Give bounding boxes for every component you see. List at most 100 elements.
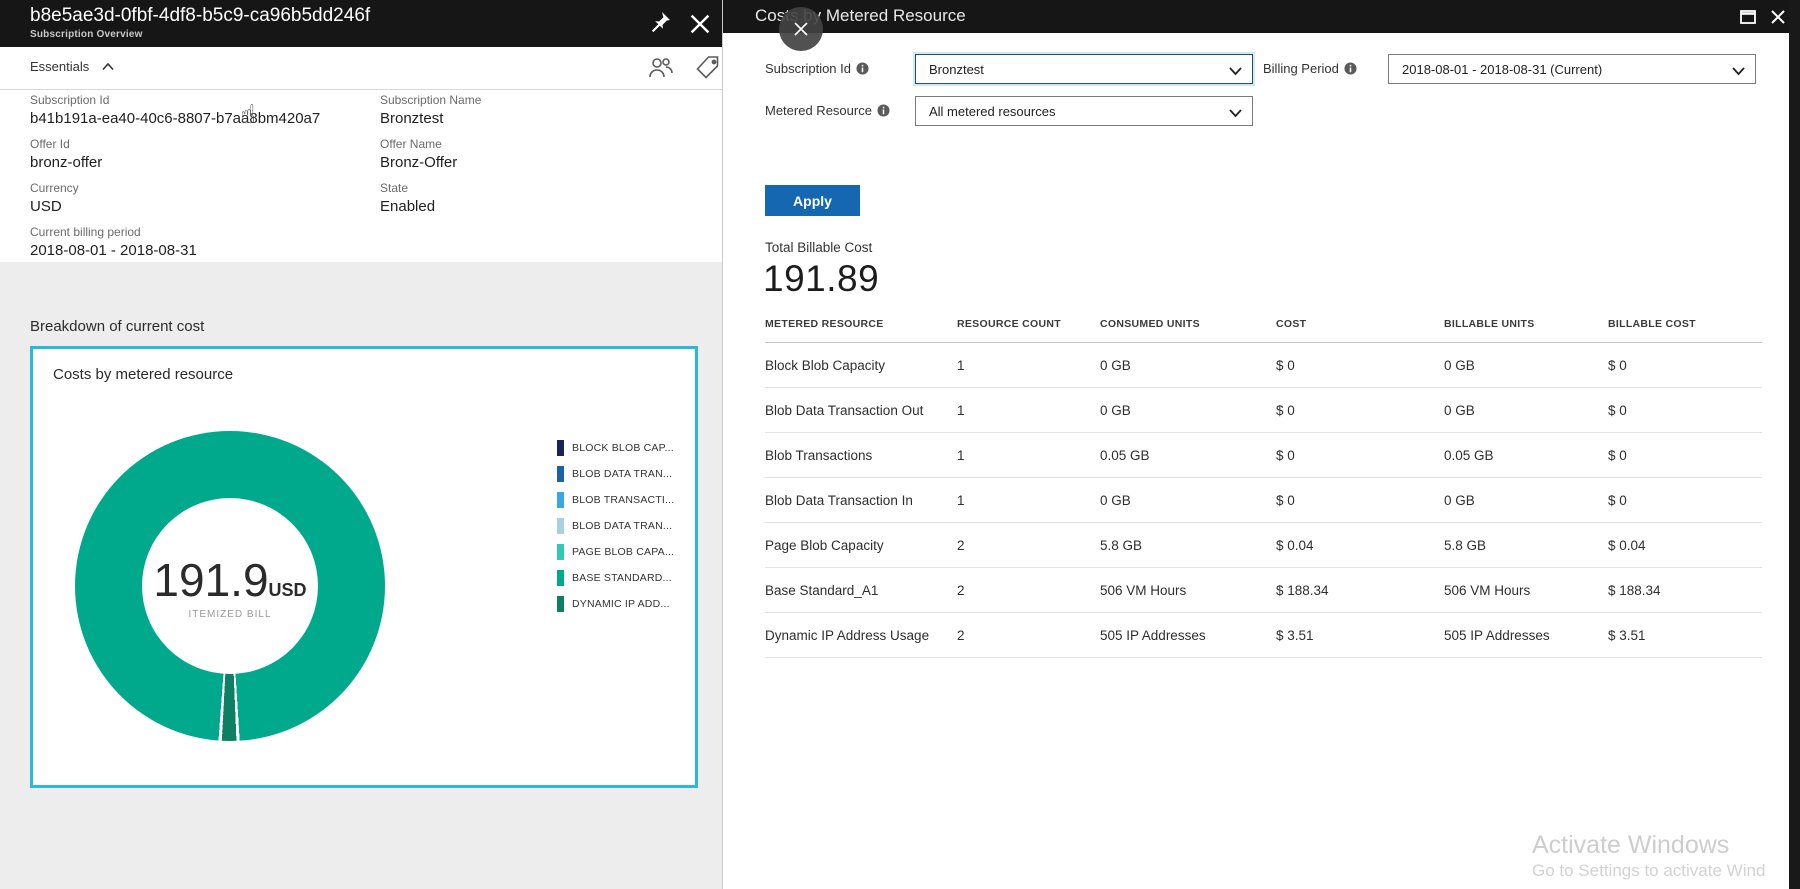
chart-title: Costs by metered resource (53, 366, 233, 383)
cost-breakdown-chart-tile[interactable]: Costs by metered resource 191.9USD ITEMI… (30, 346, 698, 788)
subscription-id-select[interactable]: Bronztest (915, 54, 1253, 84)
table-cell: $ 0 (1608, 343, 1762, 388)
table-cell: $ 0 (1276, 388, 1444, 433)
donut-center: 191.9USD ITEMIZED BILL (142, 498, 318, 674)
essentials-field: StateEnabled (380, 181, 481, 217)
table-row: Base Standard_A12506 VM Hours$ 188.34506… (765, 568, 1762, 613)
essentials-bar: Essentials (0, 47, 722, 90)
essentials-toggle[interactable]: Essentials (30, 59, 114, 74)
users-icon[interactable] (645, 53, 675, 83)
table-cell: $ 0 (1608, 478, 1762, 523)
legend-item: BLOB DATA TRAN... (557, 461, 692, 487)
field-label: Currency (30, 181, 320, 196)
table-cell: Block Blob Capacity (765, 343, 957, 388)
table-cell: 2 (957, 568, 1100, 613)
table-cell: 505 IP Addresses (1100, 613, 1276, 658)
field-label: Subscription Id (30, 93, 320, 108)
chevron-down-icon (1229, 64, 1242, 74)
table-cell: 0 GB (1100, 343, 1276, 388)
field-label: Subscription Name (380, 93, 481, 108)
maximize-icon[interactable] (1738, 7, 1758, 27)
activate-windows-watermark: Activate Windows (1532, 831, 1729, 860)
legend-chip (557, 570, 564, 586)
table-cell: $ 3.51 (1608, 613, 1762, 658)
essentials-field: Subscription NameBronztest (380, 93, 481, 129)
essentials-left-column: Subscription Idb41b191a-ea40-40c6-8807-b… (30, 93, 320, 269)
donut-caption: ITEMIZED BILL (188, 609, 271, 620)
table-cell: $ 0 (1608, 433, 1762, 478)
metered-resource-label: Metered Resource (765, 103, 890, 118)
table-cell: 505 IP Addresses (1444, 613, 1608, 658)
table-cell: 0 GB (1100, 478, 1276, 523)
essentials-field: CurrencyUSD (30, 181, 320, 217)
table-cell: $ 3.51 (1276, 613, 1444, 658)
field-value: b41b191a-ea40-40c6-8807-b7aa8bm420a7 (30, 108, 320, 129)
essentials-field: Current billing period2018-08-01 - 2018-… (30, 225, 320, 261)
table-cell: 0 GB (1100, 388, 1276, 433)
table-cell: 0 GB (1444, 343, 1608, 388)
info-icon[interactable] (1344, 62, 1357, 75)
essentials-right-column: Subscription NameBronztest Offer Name Bron… (380, 93, 481, 225)
legend-chip (557, 492, 564, 508)
table-cell: Base Standard_A1 (765, 568, 957, 613)
legend-chip (557, 544, 564, 560)
legend-chip (557, 466, 564, 482)
legend-chip (557, 596, 564, 612)
table-cell: 1 (957, 433, 1100, 478)
metered-resource-select[interactable]: All metered resources (915, 96, 1253, 126)
table-cell: 0.05 GB (1100, 433, 1276, 478)
table-cell: $ 0 (1276, 478, 1444, 523)
column-header: BILLABLE UNITS (1444, 318, 1608, 343)
legend-item: PAGE BLOB CAPA... (557, 539, 692, 565)
tag-icon[interactable] (693, 53, 723, 83)
chart-legend: BLOCK BLOB CAP... BLOB DATA TRAN... BLOB T… (557, 435, 692, 617)
table-cell: Page Blob Capacity (765, 523, 957, 568)
legend-label: BLOB DATA TRAN... (572, 468, 672, 480)
legend-label: PAGE BLOB CAPA... (572, 546, 674, 558)
table-cell: $ 0 (1276, 433, 1444, 478)
table-cell: Blob Data Transaction Out (765, 388, 957, 433)
info-icon[interactable] (877, 104, 890, 117)
table-row: Blob Transactions10.05 GB$ 00.05 GB$ 0 (765, 433, 1762, 478)
info-icon[interactable] (856, 62, 869, 75)
legend-label: BLOCK BLOB CAP... (572, 442, 674, 454)
table-cell: $ 0.04 (1276, 523, 1444, 568)
legend-item: BLOCK BLOB CAP... (557, 435, 692, 461)
table-cell: 0 GB (1444, 388, 1608, 433)
close-window-icon[interactable] (1768, 7, 1788, 27)
legend-chip (557, 518, 564, 534)
table-cell: $ 188.34 (1608, 568, 1762, 613)
azure-portal-screen: b8e5ae3d-0fbf-4df8-b5c9-ca96b5dd246f Sub… (0, 0, 1800, 889)
table-cell: $ 188.34 (1276, 568, 1444, 613)
table-row: Blob Data Transaction In10 GB$ 00 GB$ 0 (765, 478, 1762, 523)
legend-label: DYNAMIC IP ADD... (572, 598, 670, 610)
pin-icon[interactable] (648, 10, 672, 34)
total-billable-cost-value: 191.89 (763, 258, 879, 300)
table-cell: 506 VM Hours (1100, 568, 1276, 613)
billing-period-select[interactable]: 2018-08-01 - 2018-08-31 (Current) (1388, 54, 1756, 84)
legend-item: BLOB TRANSACTI... (557, 487, 692, 513)
table-cell: 0 GB (1444, 478, 1608, 523)
table-row: Block Blob Capacity10 GB$ 00 GB$ 0 (765, 343, 1762, 388)
field-value: bronz-offer (30, 152, 320, 173)
table-cell: 5.8 GB (1444, 523, 1608, 568)
donut-total-value: 191.9 (153, 554, 268, 606)
essentials-field: Subscription Idb41b191a-ea40-40c6-8807-b… (30, 93, 320, 129)
legend-label: BASE STANDARD... (572, 572, 672, 584)
total-billable-cost-label: Total Billable Cost (765, 240, 872, 255)
table-cell: Blob Data Transaction In (765, 478, 957, 523)
subscription-id-label: Subscription Id (765, 61, 869, 76)
apply-button[interactable]: Apply (765, 185, 860, 216)
table-row: Blob Data Transaction Out10 GB$ 00 GB$ 0 (765, 388, 1762, 433)
subscription-blade-header: b8e5ae3d-0fbf-4df8-b5c9-ca96b5dd246f Sub… (0, 0, 722, 47)
table-cell: 2 (957, 523, 1100, 568)
mouse-cursor-icon: ☝ (240, 100, 256, 130)
legend-label: BLOB DATA TRAN... (572, 520, 672, 532)
field-label: Offer Name (380, 137, 481, 152)
close-blade-icon[interactable] (688, 12, 712, 36)
subscription-overview-blade: b8e5ae3d-0fbf-4df8-b5c9-ca96b5dd246f Sub… (0, 0, 722, 889)
subscription-blade-subtitle: Subscription Overview (30, 29, 143, 40)
field-value: Bronztest (380, 108, 481, 129)
close-overlay-button[interactable] (779, 7, 823, 51)
chevron-down-icon (1229, 106, 1242, 116)
